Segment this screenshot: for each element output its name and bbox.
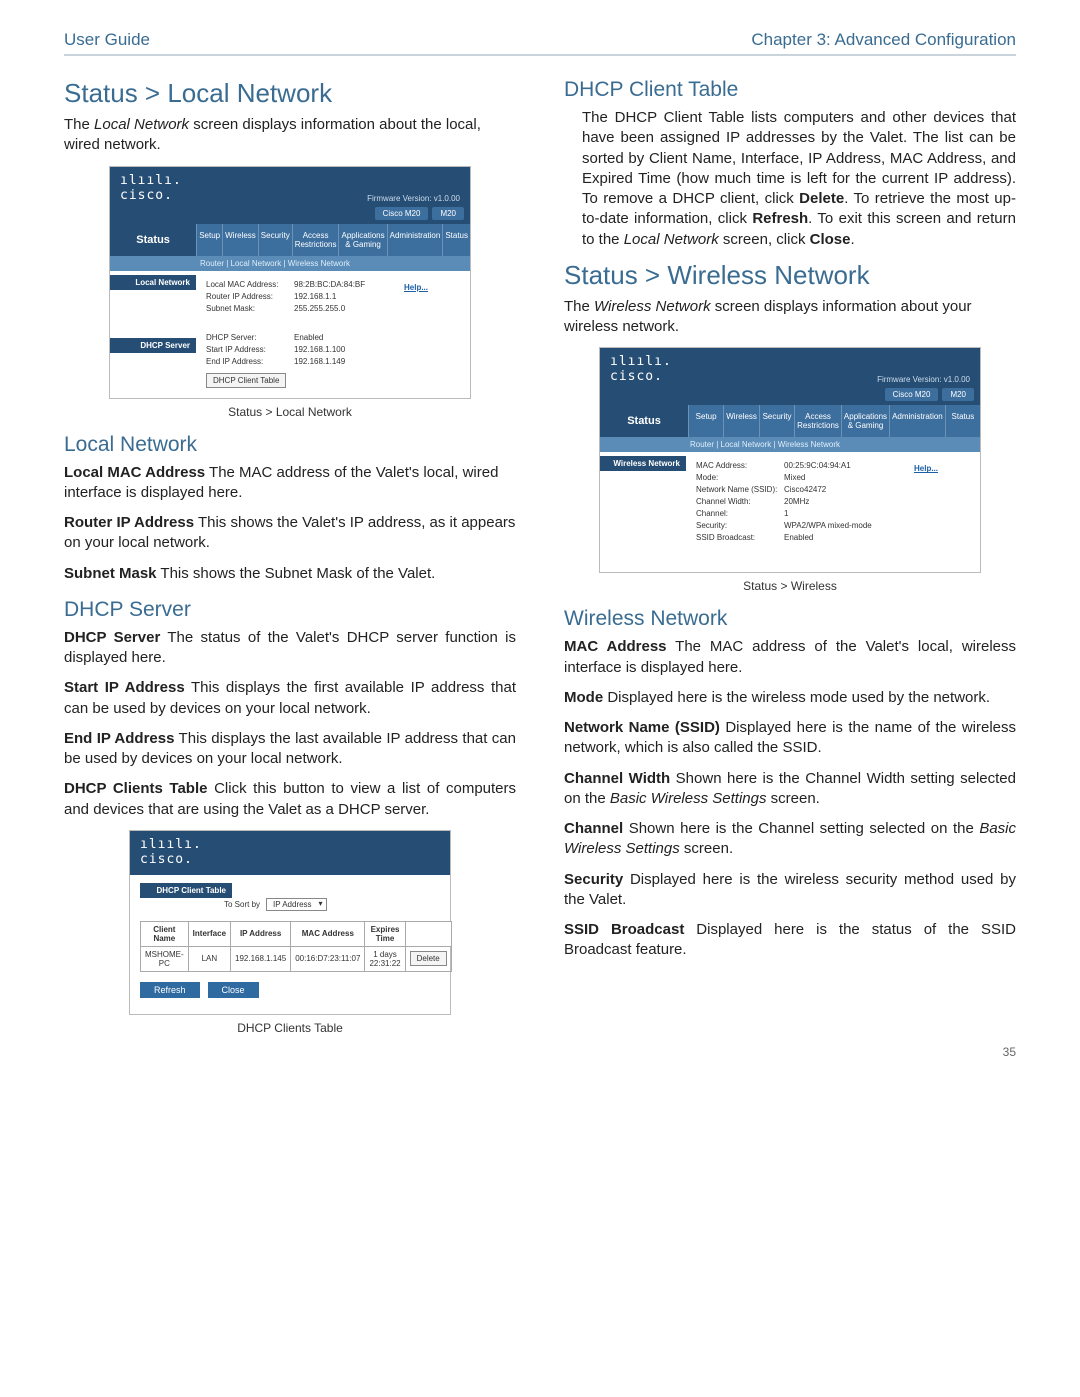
para-start-ip: Start IP Address This displays the first…	[64, 678, 516, 719]
side-label-wireless-network: Wireless Network	[600, 456, 686, 471]
tab-apps: Applications & Gaming	[338, 224, 386, 256]
heading-wireless-network: Wireless Network	[564, 607, 1016, 631]
para-channel-width: Channel Width Shown here is the Channel …	[564, 769, 1016, 810]
para-dhcp-clients-table: DHCP Clients Table Click this button to …	[64, 779, 516, 820]
dhcp-table: Client Name Interface IP Address MAC Add…	[140, 921, 452, 972]
caption-shot1: Status > Local Network	[64, 405, 516, 419]
screenshot-dhcp-clients-table: ılıılı. cisco. DHCP Client Table To Sort…	[129, 830, 451, 1015]
wireless-intro: The Wireless Network screen displays inf…	[564, 297, 1016, 338]
page-number: 35	[1003, 1045, 1016, 1059]
tab-security: Security	[258, 224, 292, 256]
help-link: Help...	[404, 283, 428, 292]
caption-shot3: Status > Wireless	[564, 579, 1016, 593]
header-right: Chapter 3: Advanced Configuration	[751, 30, 1016, 50]
right-column: DHCP Client Table The DHCP Client Table …	[564, 74, 1016, 1049]
side-label-dhcp-server: DHCP Server	[110, 338, 196, 353]
page-header: User Guide Chapter 3: Advanced Configura…	[64, 30, 1016, 56]
para-subnet-mask: Subnet Mask This shows the Subnet Mask o…	[64, 564, 516, 584]
delete-button: Delete	[410, 951, 447, 966]
dhcp-client-table-button: DHCP Client Table	[206, 373, 286, 388]
para-end-ip: End IP Address This displays the last av…	[64, 729, 516, 770]
heading-status-local-network: Status > Local Network	[64, 78, 516, 109]
para-ssid: Network Name (SSID) Displayed here is th…	[564, 718, 1016, 759]
heading-local-network: Local Network	[64, 433, 516, 457]
tab-admin: Administration	[387, 224, 443, 256]
refresh-button: Refresh	[140, 982, 200, 998]
sort-select: IP Address	[266, 898, 327, 911]
para-mode: Mode Displayed here is the wireless mode…	[564, 688, 1016, 708]
table-row: MSHOME-PC LAN 192.168.1.145 00:16:D7:23:…	[141, 946, 452, 971]
side-label-local-network: Local Network	[110, 275, 196, 290]
para-mac-address: MAC Address The MAC address of the Valet…	[564, 637, 1016, 678]
close-button: Close	[208, 982, 259, 998]
status-tab-label: Status	[110, 224, 196, 256]
screenshot-status-wireless: ılıılı. cisco. Firmware Version: v1.0.00…	[599, 347, 981, 573]
para-dhcp-client-table: The DHCP Client Table lists computers an…	[564, 108, 1016, 250]
para-local-mac: Local MAC Address The MAC address of the…	[64, 463, 516, 504]
local-network-intro: The Local Network screen displays inform…	[64, 115, 516, 156]
heading-status-wireless-network: Status > Wireless Network	[564, 260, 1016, 291]
para-channel: Channel Shown here is the Channel settin…	[564, 819, 1016, 860]
subtabs: Router | Local Network | Wireless Networ…	[110, 256, 470, 271]
para-dhcp-server: DHCP Server The status of the Valet's DH…	[64, 628, 516, 669]
side-label-dhcp-client-table: DHCP Client Table	[140, 883, 232, 898]
heading-dhcp-client-table: DHCP Client Table	[564, 78, 1016, 102]
model-chip-short: M20	[432, 207, 464, 220]
para-security: Security Displayed here is the wireless …	[564, 870, 1016, 911]
tab-access: Access Restrictions	[292, 224, 339, 256]
tab-setup: Setup	[196, 224, 222, 256]
sort-label: To Sort by	[224, 900, 260, 909]
tab-status: Status	[442, 224, 470, 256]
para-ssid-broadcast: SSID Broadcast Displayed here is the sta…	[564, 920, 1016, 961]
model-chip: Cisco M20	[375, 207, 429, 220]
caption-shot2: DHCP Clients Table	[64, 1021, 516, 1035]
firmware-version: Firmware Version: v1.0.00	[367, 194, 460, 203]
para-router-ip: Router IP Address This shows the Valet's…	[64, 513, 516, 554]
left-column: Status > Local Network The Local Network…	[64, 74, 516, 1049]
header-left: User Guide	[64, 30, 150, 50]
screenshot-status-local-network: ılıılı. cisco. Firmware Version: v1.0.00…	[109, 166, 471, 399]
tab-wireless: Wireless	[222, 224, 258, 256]
cisco-logo: ılıılı.	[120, 173, 182, 188]
heading-dhcp-server: DHCP Server	[64, 598, 516, 622]
